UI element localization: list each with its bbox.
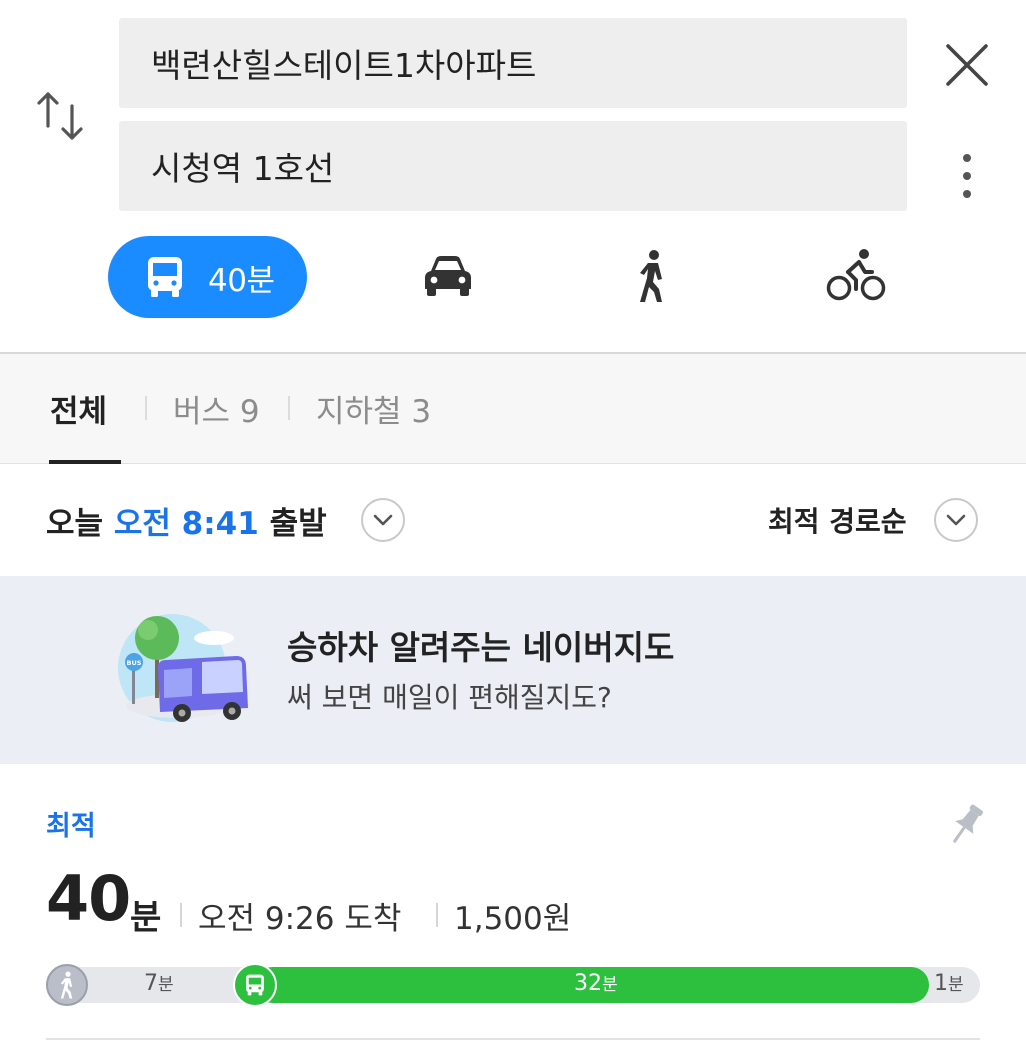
- chevron-down-icon: [373, 514, 393, 526]
- swap-arrows-icon[interactable]: [34, 86, 86, 146]
- sort-dropdown-button[interactable]: [934, 498, 978, 542]
- segment-unit: 분: [158, 975, 174, 995]
- walk-segment-marker: [46, 964, 88, 1006]
- segment-unit: 분: [602, 975, 618, 995]
- departure-time-selector[interactable]: 오늘 오전 8:41 출발: [46, 498, 327, 543]
- meta-separator: [180, 903, 182, 927]
- route-duration: 40: [46, 862, 131, 935]
- tab-subway[interactable]: 지하철 3: [316, 386, 431, 431]
- destination-text: 시청역 1호선: [151, 149, 335, 188]
- walk-icon: [60, 971, 73, 999]
- arrival-time: 오전 9:26 도착: [198, 901, 402, 937]
- filter-bar: [0, 354, 1026, 463]
- mode-transit-tab[interactable]: 40분: [108, 236, 307, 318]
- segment-unit: 분: [948, 975, 964, 995]
- meta-separator: [436, 903, 438, 927]
- active-tab-indicator: [49, 460, 121, 464]
- fare: 1,500원: [454, 901, 572, 937]
- segment-minutes: 7: [144, 971, 158, 996]
- origin-text: 백련산힐스테이트1차아파트: [151, 46, 537, 85]
- bicycle-icon[interactable]: [826, 248, 886, 302]
- bus-segment-label: 32분: [574, 970, 618, 996]
- pin-icon[interactable]: [944, 800, 988, 850]
- tab-bus[interactable]: 버스 9: [173, 386, 260, 431]
- destination-input[interactable]: 시청역 1호선: [119, 121, 907, 211]
- walk-icon[interactable]: [634, 249, 670, 303]
- route-badge: 최적: [46, 811, 96, 842]
- walk-segment-label: 7분: [144, 970, 174, 996]
- banner-subtitle: 써 보면 매일이 편해질지도?: [287, 681, 612, 714]
- transit-duration: 40분: [208, 262, 275, 299]
- bus-segment-marker: [233, 963, 277, 1007]
- segment-minutes: 1: [934, 971, 948, 996]
- tab-separator: [288, 396, 290, 420]
- tab-separator: [145, 396, 147, 420]
- divider: [46, 1038, 980, 1040]
- car-icon[interactable]: [421, 253, 475, 299]
- bus-icon: [148, 257, 182, 297]
- more-vertical-icon[interactable]: [958, 152, 976, 200]
- divider: [0, 463, 1026, 464]
- departure-prefix: 오늘: [46, 506, 104, 542]
- segment-minutes: 32: [574, 971, 602, 996]
- bus-icon: [246, 974, 264, 996]
- origin-input[interactable]: 백련산힐스테이트1차아파트: [119, 18, 907, 108]
- walk-segment-label: 1분: [934, 970, 964, 996]
- chevron-down-icon: [946, 514, 966, 526]
- close-icon[interactable]: [944, 42, 990, 88]
- bus-sign-text: BUS: [127, 659, 142, 667]
- sort-selector[interactable]: 최적 경로순: [768, 500, 907, 540]
- bus-illustration: BUS: [118, 614, 248, 722]
- departure-time: 오전 8:41: [113, 506, 259, 542]
- route-duration-unit: 분: [130, 898, 162, 938]
- departure-suffix: 출발: [269, 506, 327, 542]
- tab-all[interactable]: 전체: [50, 386, 107, 431]
- departure-dropdown-button[interactable]: [361, 498, 405, 542]
- banner-title: 승하차 알려주는 네이버지도: [287, 628, 675, 667]
